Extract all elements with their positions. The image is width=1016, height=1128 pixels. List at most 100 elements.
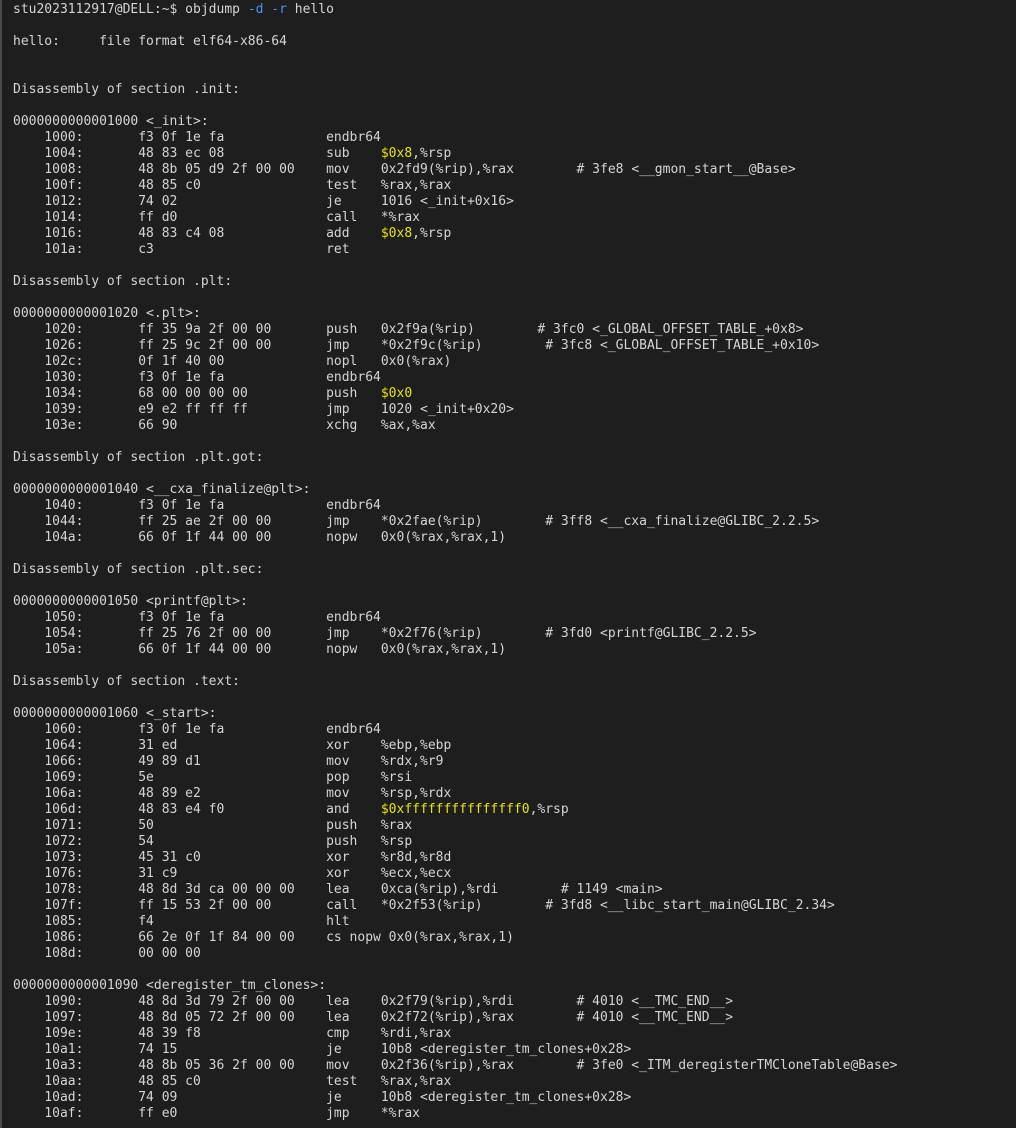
output-text: stu2023112917@DELL:~$ objdump: [13, 2, 248, 17]
output-text: 1040: f3 0f 1e fa endbr64: [13, 498, 381, 513]
output-text: 1014: ff d0 call *%rax: [13, 210, 420, 225]
output-text: 1026: ff 25 9c 2f 00 00 jmp *0x2f9c(%rip…: [13, 338, 820, 353]
terminal-window[interactable]: stu2023112917@DELL:~$ objdump -d -r hell…: [0, 0, 1016, 1128]
output-text: Disassembly of section .plt.got:: [13, 450, 264, 465]
output-text: ,%rsp: [412, 226, 452, 241]
output-line: 1071: 50 push %rax: [13, 818, 1016, 834]
output-line: 10ad: 74 09 je 10b8 <deregister_tm_clone…: [13, 1090, 1016, 1106]
output-line: 1066: 49 89 d1 mov %rdx,%r9: [13, 754, 1016, 770]
output-text: 0000000000001000 <_init>:: [13, 114, 209, 129]
output-text: hello: [286, 2, 334, 17]
output-line: 104a: 66 0f 1f 44 00 00 nopw 0x0(%rax,%r…: [13, 530, 1016, 546]
output-text: Disassembly of section .plt:: [13, 274, 233, 289]
output-line: 1016: 48 83 c4 08 add $0x8,%rsp: [13, 226, 1016, 242]
output-text: 1016: 48 83 c4 08 add: [13, 226, 381, 241]
output-text: 1044: ff 25 ae 2f 00 00 jmp *0x2fae(%rip…: [13, 514, 820, 529]
output-text: 1050: f3 0f 1e fa endbr64: [13, 610, 381, 625]
output-line: 1078: 48 8d 3d ca 00 00 00 lea 0xca(%rip…: [13, 882, 1016, 898]
output-line: 107f: ff 15 53 2f 00 00 call *0x2f53(%ri…: [13, 898, 1016, 914]
output-text: 1054: ff 25 76 2f 00 00 jmp *0x2f76(%rip…: [13, 626, 757, 641]
output-line: 1040: f3 0f 1e fa endbr64: [13, 498, 1016, 514]
output-line: 106d: 48 83 e4 f0 and $0xfffffffffffffff…: [13, 802, 1016, 818]
output-text: 1004: 48 83 ec 08 sub: [13, 146, 381, 161]
output-text: 1000: f3 0f 1e fa endbr64: [13, 130, 381, 145]
output-line: 0000000000001000 <_init>:: [13, 114, 1016, 130]
output-line: 1020: ff 35 9a 2f 00 00 push 0x2f9a(%rip…: [13, 322, 1016, 338]
output-text: 1060: f3 0f 1e fa endbr64: [13, 722, 381, 737]
output-text: 101a: c3 ret: [13, 242, 350, 257]
output-line: Disassembly of section .plt:: [13, 274, 1016, 290]
output-line: 1008: 48 8b 05 d9 2f 00 00 mov 0x2fd9(%r…: [13, 162, 1016, 178]
output-line: 1076: 31 c9 xor %ecx,%ecx: [13, 866, 1016, 882]
output-text: 0000000000001060 <_start>:: [13, 706, 217, 721]
output-text: 10aa: 48 85 c0 test %rax,%rax: [13, 1074, 452, 1089]
command-option: -r: [271, 2, 287, 17]
output-line: 10aa: 48 85 c0 test %rax,%rax: [13, 1074, 1016, 1090]
output-text: 0x2fd9(%rip),%rax # 3fe8 <__gmon_start__…: [380, 162, 796, 177]
output-text: 0000000000001020 <.plt>:: [13, 306, 201, 321]
output-line: 1014: ff d0 call *%rax: [13, 210, 1016, 226]
output-line: 1085: f4 hlt: [13, 914, 1016, 930]
output-line: 10a1: 74 15 je 10b8 <deregister_tm_clone…: [13, 1042, 1016, 1058]
immediate-value: $0x0: [380, 386, 413, 401]
command-prompt-line: stu2023112917@DELL:~$ objdump -d -r hell…: [13, 2, 1016, 18]
output-text: Disassembly of section .init:: [13, 82, 240, 97]
output-text: 1064: 31 ed xor %ebp,%ebp: [13, 738, 452, 753]
output-text: 0000000000001040 <__cxa_finalize@plt>:: [13, 482, 311, 497]
output-text: 1066: 49 89 d1 mov %rdx,%r9: [13, 754, 444, 769]
output-text: 1090: 48 8d 3d 79 2f 00 00 lea 0x2f79(%r…: [13, 994, 734, 1009]
output-text: 107f: ff 15 53 2f 00 00 call *0x2f53(%ri…: [13, 898, 835, 913]
output-text: Disassembly of section .text:: [13, 674, 240, 689]
output-line: Disassembly of section .text:: [13, 674, 1016, 690]
output-text: 1039: e9 e2 ff ff ff jmp 1020 <_init+0x2…: [13, 402, 514, 417]
output-text: 0000000000001090 <deregister_tm_clones>:: [13, 978, 327, 993]
output-text: 105a: 66 0f 1f 44 00 00 nopw 0x0(%rax,%r…: [13, 642, 507, 657]
output-line: 101a: c3 ret: [13, 242, 1016, 258]
output-line: Disassembly of section .plt.sec:: [13, 562, 1016, 578]
output-text: Disassembly of section .plt.sec:: [13, 562, 264, 577]
output-line: 1050: f3 0f 1e fa endbr64: [13, 610, 1016, 626]
output-text: 1069: 5e pop %rsi: [13, 770, 413, 785]
output-line: hello: file format elf64-x86-64: [13, 34, 1016, 50]
output-text: 10af: ff e0 jmp *%rax: [13, 1106, 420, 1121]
output-text: 1076: 31 c9 xor %ecx,%ecx: [13, 866, 452, 881]
output-text: 1071: 50 push %rax: [13, 818, 413, 833]
output-line: 1034: 68 00 00 00 00 push $0x0: [13, 386, 1016, 402]
output-line: 1044: ff 25 ae 2f 00 00 jmp *0x2fae(%rip…: [13, 514, 1016, 530]
output-line: 105a: 66 0f 1f 44 00 00 nopw 0x0(%rax,%r…: [13, 642, 1016, 658]
output-line: Disassembly of section .plt.got:: [13, 450, 1016, 466]
output-text: hello: file format elf64-x86-64: [13, 34, 287, 49]
output-text: 1020: ff 35 9a 2f 00 00 push 0x2f9a(%rip…: [13, 322, 804, 337]
output-line: Disassembly of section .init:: [13, 82, 1016, 98]
output-line: 0000000000001020 <.plt>:: [13, 306, 1016, 322]
output-line: 10a3: 48 8b 05 36 2f 00 00 mov 0x2f36(%r…: [13, 1058, 1016, 1074]
output-text: 108d: 00 00 00: [13, 946, 201, 961]
output-line: 0000000000001040 <__cxa_finalize@plt>:: [13, 482, 1016, 498]
output-line: 1054: ff 25 76 2f 00 00 jmp *0x2f76(%rip…: [13, 626, 1016, 642]
output-text: 106a: 48 89 e2 mov %rsp,%rdx: [13, 786, 452, 801]
output-text: 10a3: 48 8b 05 36 2f 00 00 mov 0x2f36(%r…: [13, 1058, 898, 1073]
output-line: 1097: 48 8d 05 72 2f 00 00 lea 0x2f72(%r…: [13, 1010, 1016, 1026]
output-line: 1090: 48 8d 3d 79 2f 00 00 lea 0x2f79(%r…: [13, 994, 1016, 1010]
output-text: 1073: 45 31 c0 xor %r8d,%r8d: [13, 850, 452, 865]
output-text: ,%rsp: [529, 802, 569, 817]
command-option: -d: [247, 2, 264, 17]
output-line: 0000000000001060 <_start>:: [13, 706, 1016, 722]
output-text: 10a1: 74 15 je 10b8 <deregister_tm_clone…: [13, 1042, 632, 1057]
output-text: 1078: 48 8d 3d ca 00 00 00 lea 0xca(%rip…: [13, 882, 663, 897]
output-line: 1039: e9 e2 ff ff ff jmp 1020 <_init+0x2…: [13, 402, 1016, 418]
terminal-output: stu2023112917@DELL:~$ objdump -d -r hell…: [13, 2, 1016, 1122]
output-line: 109e: 48 39 f8 cmp %rdi,%rax: [13, 1026, 1016, 1042]
output-line: 1086: 66 2e 0f 1f 84 00 00 cs nopw 0x0(%…: [13, 930, 1016, 946]
